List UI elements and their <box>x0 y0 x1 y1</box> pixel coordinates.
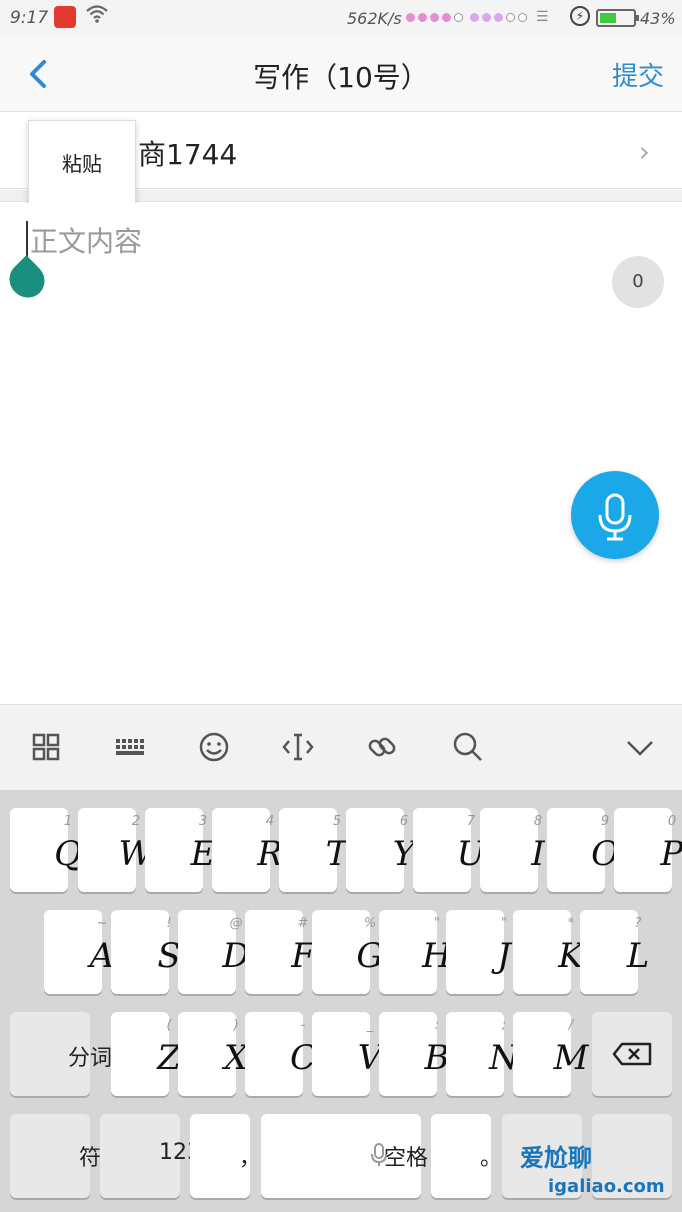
app-notification-icon <box>54 6 76 28</box>
watermark-url: igaliao.com <box>548 1176 665 1197</box>
key-m[interactable]: / M <box>513 1012 588 1096</box>
numeric-key[interactable]: 123 <box>100 1114 201 1198</box>
key-n[interactable]: ; N <box>446 1012 519 1096</box>
network-speed: 562K/s <box>347 9 402 28</box>
status-time: 9:17 <box>10 8 49 28</box>
site-watermark: 爱尬聊 igaliao.com <box>510 1118 682 1212</box>
key-k[interactable]: * K <box>513 910 584 994</box>
key-e[interactable]: 3E <box>145 808 215 892</box>
key-d[interactable]: @ D <box>178 910 250 994</box>
voice-input-button[interactable] <box>571 471 659 559</box>
comma-key[interactable]: ， <box>190 1114 261 1198</box>
key-p[interactable]: 0P <box>614 808 682 892</box>
key-r[interactable]: 4R <box>212 808 283 892</box>
key-z[interactable]: (Z <box>111 1012 181 1096</box>
cursor-move-icon[interactable] <box>280 729 320 769</box>
keyboard-icon[interactable] <box>112 729 152 769</box>
key-v[interactable]: _ V <box>312 1012 382 1096</box>
period-key[interactable]: 。 <box>431 1114 502 1198</box>
submit-button[interactable]: 提交 <box>612 56 664 93</box>
emoji-icon[interactable] <box>196 729 236 769</box>
apps-grid-icon[interactable] <box>28 729 68 769</box>
char-count-badge: 0 <box>612 256 664 308</box>
segment-key[interactable]: 分词 <box>10 1012 112 1096</box>
microphone-icon <box>598 493 632 541</box>
key-c[interactable]: -C <box>245 1012 316 1096</box>
space-key[interactable]: 空格 <box>261 1114 428 1198</box>
body-text-editor[interactable] <box>0 203 682 703</box>
backspace-key[interactable] <box>592 1012 672 1096</box>
mic-small-icon <box>369 1142 389 1172</box>
category-label: 商1744 <box>138 138 238 171</box>
body-placeholder: 正文内容 <box>30 225 143 258</box>
keyboard-toolbar <box>0 704 682 790</box>
watermark-logo: 爱尬聊 <box>520 1144 592 1172</box>
key-x[interactable]: ) X <box>178 1012 248 1096</box>
key-a[interactable]: ~ A <box>44 910 114 994</box>
signal-1-icon <box>406 13 463 23</box>
key-f[interactable]: # F <box>245 910 315 994</box>
collapse-chevron-icon[interactable] <box>622 729 662 769</box>
backspace-icon <box>612 1042 652 1066</box>
chevron-right-icon: › <box>638 135 650 168</box>
key-o[interactable]: 9O <box>547 808 619 892</box>
key-g[interactable]: % G <box>312 910 384 994</box>
key-q[interactable]: 1Q <box>10 808 82 892</box>
key-s[interactable]: ! S <box>111 910 181 994</box>
status-bar: 9:17 562K/s ☰ ⚡ 43% <box>0 0 682 36</box>
app-header: 写作（10号） 提交 <box>0 36 682 112</box>
charging-icon: ⚡ <box>570 6 590 26</box>
paste-button[interactable]: 粘贴 <box>28 120 136 206</box>
key-y[interactable]: 6Y <box>346 808 415 892</box>
signal-2-icon <box>470 13 527 23</box>
wifi-icon <box>86 4 108 29</box>
key-u[interactable]: 7U <box>413 808 485 892</box>
key-h[interactable]: " H <box>379 910 452 994</box>
symbol-key[interactable]: 符 <box>10 1114 101 1198</box>
battery-percent: 43% <box>640 9 676 28</box>
search-icon[interactable] <box>450 729 490 769</box>
page-title: 写作（10号） <box>253 61 429 94</box>
battery-icon <box>596 9 639 27</box>
link-icon[interactable] <box>364 729 404 769</box>
key-l[interactable]: ? L <box>580 910 649 994</box>
data-activity-icon: ☰ <box>536 9 549 25</box>
key-b[interactable]: :B <box>379 1012 450 1096</box>
key-j[interactable]: " J <box>446 910 511 994</box>
key-w[interactable]: 2W <box>78 808 153 892</box>
key-i[interactable]: 8I <box>480 808 545 892</box>
key-t[interactable]: 5T <box>279 808 348 892</box>
